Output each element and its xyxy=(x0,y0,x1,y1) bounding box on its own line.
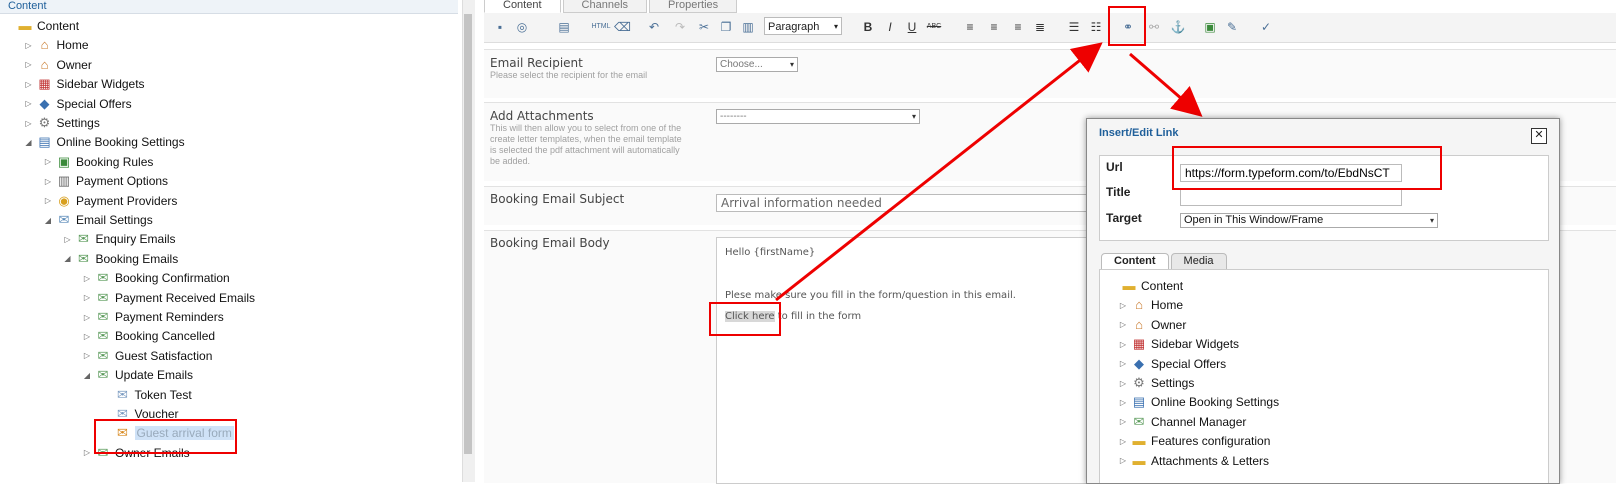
python-icon: ◆ xyxy=(1134,355,1144,371)
close-icon[interactable]: ✕ xyxy=(1531,128,1547,144)
tree-item-content[interactable]: ▬ Content xyxy=(1108,276,1184,296)
tree-item-special-offers[interactable]: ▷ ◆ Special Offers xyxy=(1118,354,1226,374)
tree-item-owner[interactable]: ▷ ⌂ Owner xyxy=(1118,315,1186,335)
tree-item-online-booking-settings[interactable]: ▷ ▤ Online Booking Settings xyxy=(1118,392,1279,412)
tree-item-label: Special Offers xyxy=(1151,356,1227,371)
tree-item-attachments-letters[interactable]: ▷ ▬ Attachments & Letters xyxy=(1118,451,1269,471)
tree-item-sidebar-widgets[interactable]: ▷ ▦ Sidebar Widgets xyxy=(1118,334,1239,354)
title-field[interactable] xyxy=(1180,188,1402,206)
tree-item-label: Channel Manager xyxy=(1151,414,1247,429)
expand-toggle-icon[interactable]: ▷ xyxy=(1118,437,1128,446)
tree-item-label: Owner xyxy=(1151,317,1187,332)
gear-icon: ⚙ xyxy=(1133,375,1145,390)
target-label: Target xyxy=(1106,211,1142,225)
dialog-tabs: Content Media xyxy=(1101,253,1229,269)
dialog-tab-media[interactable]: Media xyxy=(1170,253,1227,269)
tree-item-features-configuration[interactable]: ▷ ▬ Features configuration xyxy=(1118,431,1270,451)
tree-item-label: Features configuration xyxy=(1151,434,1271,449)
expand-toggle-icon[interactable]: ▷ xyxy=(1118,340,1128,349)
expand-toggle-icon[interactable]: ▷ xyxy=(1118,359,1128,368)
expand-toggle-icon[interactable]: ▷ xyxy=(1118,456,1128,465)
expand-toggle-icon[interactable]: ▷ xyxy=(1118,398,1128,407)
target-select[interactable]: Open in This Window/Frame ▾ xyxy=(1180,213,1438,228)
dialog-tab-content[interactable]: Content xyxy=(1101,253,1169,269)
expand-toggle-icon[interactable]: ▷ xyxy=(1118,301,1128,310)
tree-item-label: Settings xyxy=(1151,376,1195,390)
tree-item-label: Online Booking Settings xyxy=(1151,395,1280,410)
folder-icon: ▬ xyxy=(1132,433,1146,449)
expand-toggle-icon[interactable]: ▷ xyxy=(1118,320,1128,329)
dialog-content-tree: ▬ Content ▷ ⌂ Home ▷ ⌂ Owner ▷ ▦ Sidebar Widgets ▷ ◆… xyxy=(1099,269,1549,483)
tree-item-home[interactable]: ▷ ⌂ Home xyxy=(1118,295,1183,315)
tree-item-label: Content xyxy=(1141,279,1184,293)
dialog-title: Insert/Edit Link xyxy=(1099,127,1179,139)
expand-toggle-icon[interactable]: ▷ xyxy=(1118,417,1128,426)
arrow-to-dialog xyxy=(1129,52,1203,117)
email-icon: ✉ xyxy=(1133,413,1145,429)
settings-doc-icon: ▤ xyxy=(1132,394,1146,410)
chevron-down-icon: ▾ xyxy=(1429,216,1434,225)
tree-item-label: Attachments & Letters xyxy=(1151,453,1270,468)
url-label: Url xyxy=(1106,160,1123,174)
target-value: Open in This Window/Frame xyxy=(1184,214,1324,226)
arrow-to-link-icon xyxy=(775,42,1103,302)
home-icon: ⌂ xyxy=(1135,297,1143,313)
tree-item-label: Home xyxy=(1151,298,1184,313)
folder-icon: ▬ xyxy=(1132,452,1146,468)
tree-item-label: Sidebar Widgets xyxy=(1151,337,1240,352)
home-icon: ⌂ xyxy=(1135,316,1143,332)
highlight-box-url-field xyxy=(1172,146,1442,190)
folder-icon: ▬ xyxy=(1122,278,1136,293)
title-label: Title xyxy=(1106,185,1131,199)
expand-toggle-icon[interactable]: ▷ xyxy=(1118,379,1128,388)
tree-item-channel-manager[interactable]: ▷ ✉ Channel Manager xyxy=(1118,412,1246,432)
blocks-icon: ▦ xyxy=(1132,336,1146,352)
tree-item-settings[interactable]: ▷ ⚙ Settings xyxy=(1118,373,1194,393)
